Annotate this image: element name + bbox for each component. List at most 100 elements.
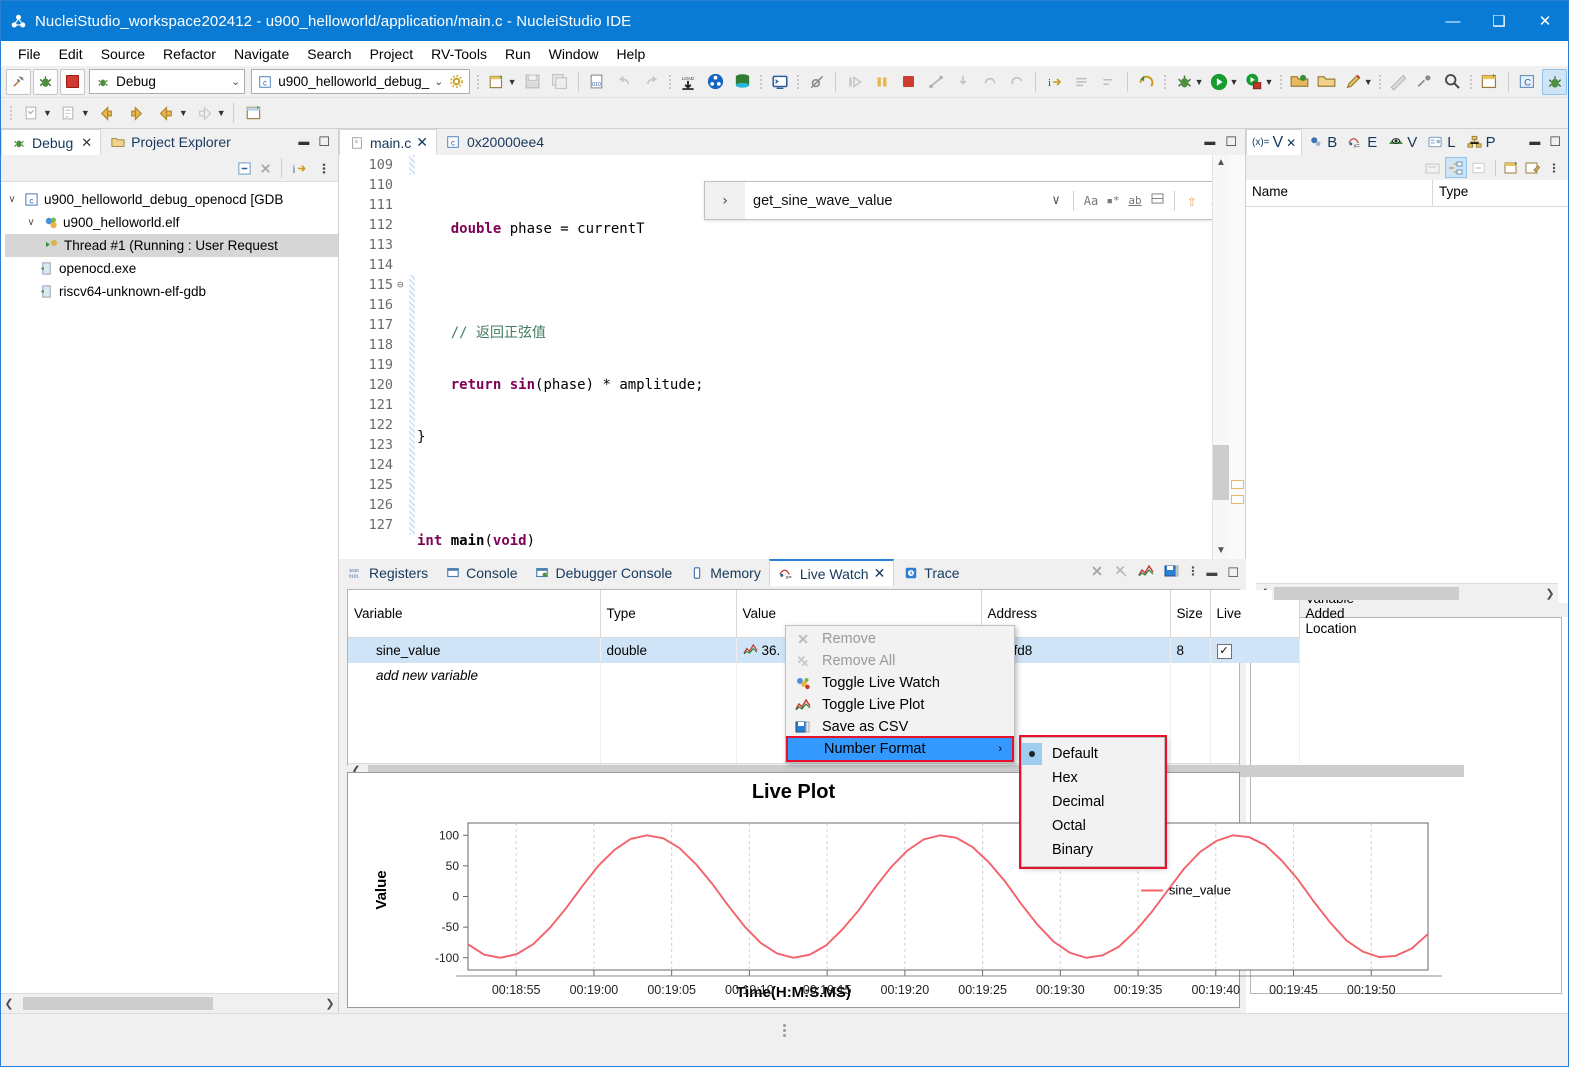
menu-item-number-format[interactable]: Number Format › (786, 736, 1014, 762)
launch-config-combo[interactable]: c u900_helloworld_debug_ ⌄ (251, 69, 471, 94)
gear-icon[interactable] (448, 74, 465, 90)
database-icon[interactable] (730, 69, 755, 95)
menu-source[interactable]: Source (92, 43, 154, 65)
editor-folding-column[interactable]: ⊖ (397, 155, 409, 559)
find-regex-icon[interactable]: ▪* (1102, 194, 1124, 207)
menu-item-save-as-csv[interactable]: Save as CSV (786, 716, 1014, 738)
cell-variable[interactable]: sine_value (348, 637, 601, 663)
collapse-all-icon[interactable] (236, 160, 253, 176)
scroll-right-icon[interactable]: ❯ (1542, 587, 1558, 600)
instruction-stepping-icon[interactable]: i (289, 160, 311, 176)
variables-hscroll-track[interactable] (1272, 586, 1542, 600)
maximize-icon[interactable]: ☐ (318, 134, 330, 150)
restart-icon[interactable] (1134, 69, 1159, 95)
debug-launch-icon[interactable] (1172, 69, 1197, 95)
tab-console[interactable]: Console (436, 559, 525, 586)
show-logical-structure-icon[interactable] (1445, 157, 1467, 178)
new-file-icon[interactable] (485, 69, 510, 95)
tree-row-launch[interactable]: ∨ c u900_helloworld_debug_openocd [GDB (5, 188, 338, 211)
forward-history-icon[interactable] (123, 100, 151, 126)
new-window-icon[interactable] (1477, 69, 1502, 95)
editor-source-text[interactable]: double phase = currentT // 返回正弦值 return … (409, 155, 1245, 559)
find-expand-icon[interactable]: › (705, 182, 745, 219)
menu-refactor[interactable]: Refactor (154, 43, 225, 65)
tree-row-process[interactable]: ∨ u900_helloworld.elf (5, 211, 338, 234)
tab-live-watch[interactable]: x= Live Watch ✕ (768, 559, 895, 586)
maximize-icon[interactable]: ☐ (1549, 134, 1561, 150)
close-icon[interactable]: ✕ (81, 135, 92, 151)
minimize-icon[interactable]: ▬ (298, 136, 309, 148)
load-program-icon[interactable]: LOAD (676, 69, 701, 95)
terminate-icon[interactable] (896, 69, 921, 95)
chevron-down-icon[interactable]: ∨ (5, 194, 19, 205)
minimize-button[interactable]: — (1430, 1, 1476, 41)
variables-hscroll-thumb[interactable] (1274, 586, 1459, 600)
tab-main-c[interactable]: c main.c ✕ (339, 129, 437, 155)
scroll-left-icon[interactable]: ❮ (1, 997, 17, 1010)
tree-row-openocd[interactable]: openocd.exe (5, 257, 338, 280)
tab-memory[interactable]: Memory (680, 559, 769, 586)
debug-bug-icon[interactable] (33, 68, 59, 95)
close-icon[interactable]: ✕ (416, 134, 428, 151)
open-folder-icon[interactable] (1314, 69, 1339, 95)
remove-all-icon[interactable] (1114, 564, 1128, 581)
instruction-stepping-icon[interactable]: i (1042, 69, 1067, 95)
fold-toggle-icon[interactable]: ⊖ (397, 275, 409, 295)
tab-live-variables[interactable]: V (1382, 129, 1422, 155)
col-variable[interactable]: Variable (348, 590, 601, 638)
find-input[interactable]: get_sine_wave_value (745, 193, 1045, 209)
col-size[interactable]: Size (1170, 590, 1211, 638)
maximize-icon[interactable]: ☐ (1225, 134, 1237, 150)
open-perspective-icon[interactable] (1287, 69, 1312, 95)
submenu-item-binary[interactable]: Binary (1022, 838, 1164, 862)
find-whole-word-icon[interactable]: ab (1124, 194, 1146, 207)
edit-variable-icon[interactable] (1524, 160, 1541, 176)
back-nav-icon[interactable] (153, 100, 181, 126)
tab-breakpoints[interactable]: B (1302, 129, 1342, 155)
debug-launch-tree[interactable]: ∨ c u900_helloworld_debug_openocd [GDB ∨… (1, 182, 338, 993)
editor-vscroll-thumb[interactable] (1213, 445, 1229, 500)
menu-item-toggle-live-plot[interactable]: Toggle Live Plot (786, 694, 1014, 716)
tab-debugger-console[interactable]: Debugger Console (526, 559, 681, 586)
menu-window[interactable]: Window (540, 43, 608, 65)
toolbar-grip[interactable] (475, 72, 481, 92)
new-variable-icon[interactable] (1503, 160, 1520, 176)
tab-variables[interactable]: (x)= V ✕ (1246, 129, 1303, 155)
submenu-item-default[interactable]: Default (1022, 742, 1164, 766)
toolbar-grip-6[interactable] (1277, 72, 1283, 92)
run-external-tools-icon[interactable] (1241, 69, 1266, 95)
find-all-icon[interactable] (1146, 193, 1168, 208)
chevron-down-icon[interactable]: ∨ (24, 217, 38, 228)
save-csv-icon[interactable] (1164, 564, 1180, 581)
binary-file-icon[interactable]: 010 (584, 69, 609, 95)
minimize-icon[interactable]: ▬ (1206, 567, 1217, 579)
find-bar[interactable]: › get_sine_wave_value ∨ Aa ▪* ab ⇧ ⇩ (704, 181, 1245, 220)
run-icon[interactable] (1207, 69, 1232, 95)
editor-marker-column[interactable] (339, 155, 353, 559)
menu-project[interactable]: Project (361, 43, 423, 65)
find-case-sensitive-icon[interactable]: Aa (1080, 194, 1102, 208)
live-plot-icon[interactable] (1138, 564, 1154, 581)
debug-perspective-icon[interactable] (1542, 68, 1568, 95)
menu-navigate[interactable]: Navigate (225, 43, 298, 65)
close-icon[interactable]: ✕ (1286, 136, 1296, 150)
view-menu-icon[interactable] (315, 160, 332, 176)
remove-icon[interactable] (1090, 564, 1104, 581)
occurrence-marker[interactable] (1231, 480, 1244, 489)
live-plot-icon[interactable] (742, 643, 758, 659)
c-perspective-icon[interactable]: C (1515, 69, 1540, 95)
nuclei-tool-icon[interactable] (703, 69, 728, 95)
skip-breakpoints-icon[interactable] (804, 69, 829, 95)
close-icon[interactable]: ✕ (874, 565, 886, 582)
search-icon[interactable] (1440, 69, 1465, 95)
toolbar-grip-4[interactable] (795, 72, 801, 92)
tab-debug[interactable]: Debug ✕ (1, 129, 102, 155)
tab-project-explorer[interactable]: Project Explorer (101, 129, 239, 155)
suspend-icon[interactable] (869, 69, 894, 95)
menu-item-toggle-live-watch[interactable]: Toggle Live Watch (786, 672, 1014, 694)
menu-run[interactable]: Run (496, 43, 540, 65)
minimize-icon[interactable]: ▬ (1204, 136, 1215, 148)
find-history-dropdown-icon[interactable]: ∨ (1045, 193, 1067, 208)
toolbar-grip-5[interactable] (1162, 72, 1168, 92)
tab-peripherals[interactable]: P (1461, 129, 1501, 155)
